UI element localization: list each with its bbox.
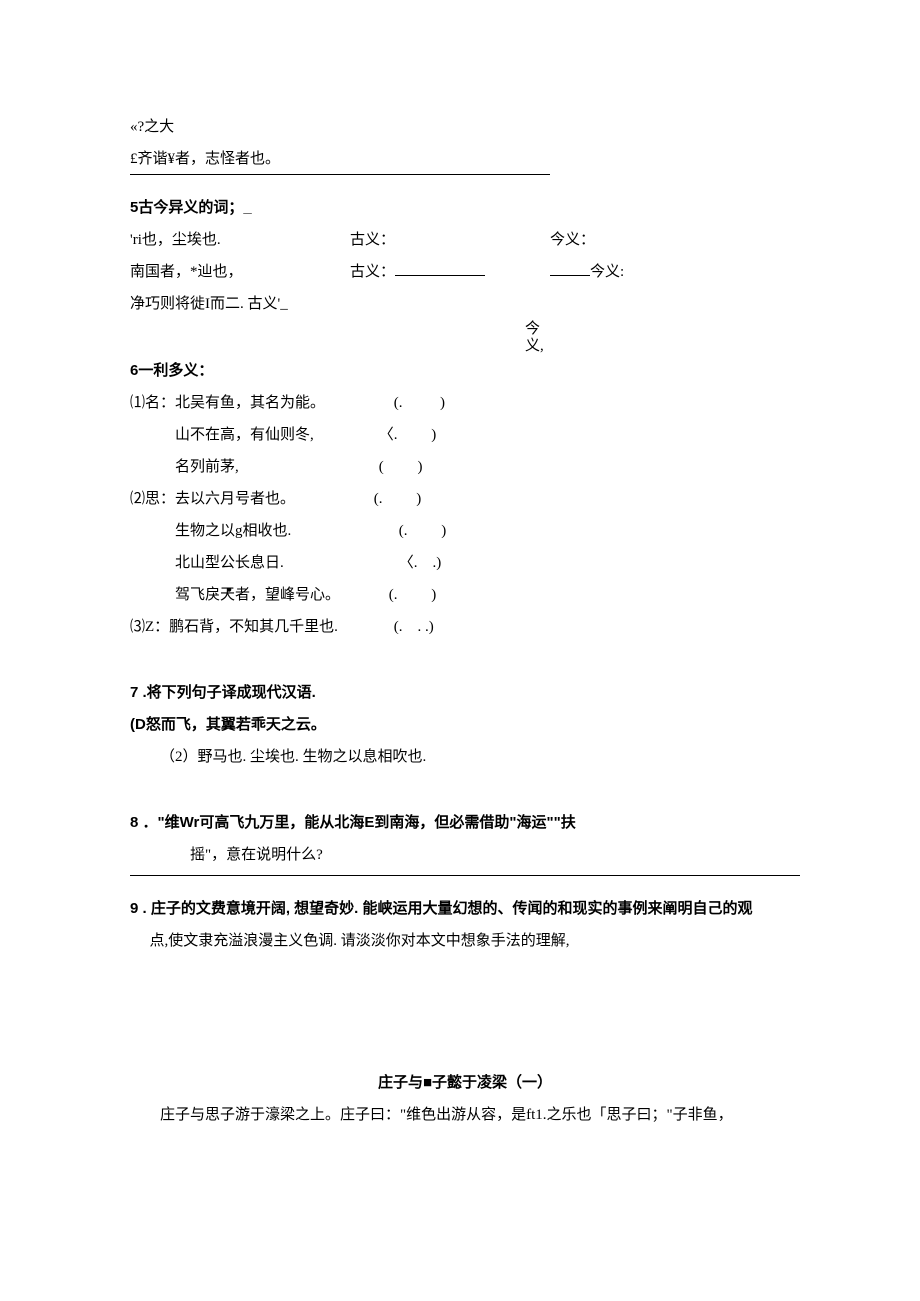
q6-n3: 名列前茅, ( ): [130, 452, 800, 482]
q5-head: 5古今异义的词；_: [130, 193, 800, 223]
answer-line: [130, 874, 800, 876]
text: 古义：: [350, 225, 550, 255]
q5-row2: 南国者，*辿也， 古义： 今义:: [130, 257, 800, 287]
blank: [395, 275, 485, 276]
blank: [550, 275, 590, 276]
q7-head: 7 .将下列句子译成现代汉语.: [130, 678, 800, 708]
q6-n1: ⑴名：北吴有鱼，其名为能。 (. ): [130, 388, 800, 418]
q8-b: 摇"，意在说明什么?: [130, 840, 800, 870]
footer-p: 庄子与思子游于濠梁之上。庄子曰："维色出游从容，是ft1.之乐也「思子曰；"子非…: [130, 1100, 800, 1130]
text-line: £齐谐¥者，志怪者也。: [130, 144, 550, 175]
paren: 〈. ): [379, 420, 509, 450]
text: 今义：: [550, 225, 800, 255]
q6-z1: ⑶Z：鹏石背，不知其几千里也. (. . .): [130, 612, 800, 642]
q6-n2: 山不在高，有仙则冬, 〈. ): [130, 420, 800, 450]
text: 'ri也，尘埃也.: [130, 225, 350, 255]
q6-head: 6一利多义：: [130, 356, 800, 386]
q7-b: （2）野马也. 尘埃也. 生物之以息相吹也.: [130, 742, 800, 772]
paren: (. . .): [394, 612, 524, 642]
paren: ( ): [379, 452, 509, 482]
q9-a: 9 . 庄子的文费意境开阔, 想望奇妙. 能峡运用大量幻想的、传闻的和现实的事例…: [130, 894, 800, 924]
paren: 〈. .): [399, 548, 529, 578]
jin-vert: 今义,: [525, 321, 545, 354]
q6-s2: 生物之以g相收也. (. ): [130, 516, 800, 546]
q6-s1: ⑵思：去以六月号者也。 (. ): [130, 484, 800, 514]
footer-title: 庄子与■子懿于凌梁（一）: [130, 1068, 800, 1098]
q9-b: 点,使文隶充溢浪漫主义色调. 请淡淡你对本文中想象手法的理解,: [130, 926, 800, 956]
dot-icon: •: [226, 572, 232, 608]
text-line: «?之大: [130, 112, 800, 142]
q5-row1: 'ri也，尘埃也. 古义： 今义：: [130, 225, 800, 255]
paren: (. ): [394, 388, 524, 418]
q5-row3: 净巧则将徙I而二. 古义'_: [130, 289, 800, 319]
paren: (. ): [399, 516, 529, 546]
q6-s4: • 驾飞戾天者，望峰号心。 (. ): [130, 580, 800, 610]
paren: (. ): [374, 484, 504, 514]
text: 南国者，*辿也，: [130, 257, 350, 287]
text: 今义:: [550, 257, 800, 287]
q7-a: (D怒而飞，其翼若乖天之云。: [130, 710, 800, 740]
paren: (. ): [389, 580, 519, 610]
text: 古义：: [350, 257, 550, 287]
q8-a: 8 ．"维Wr可高飞九万里，能从北海E到南海，但必需借助"海运""扶: [130, 808, 800, 838]
text: £齐谐¥者，志怪者也。: [130, 151, 280, 167]
